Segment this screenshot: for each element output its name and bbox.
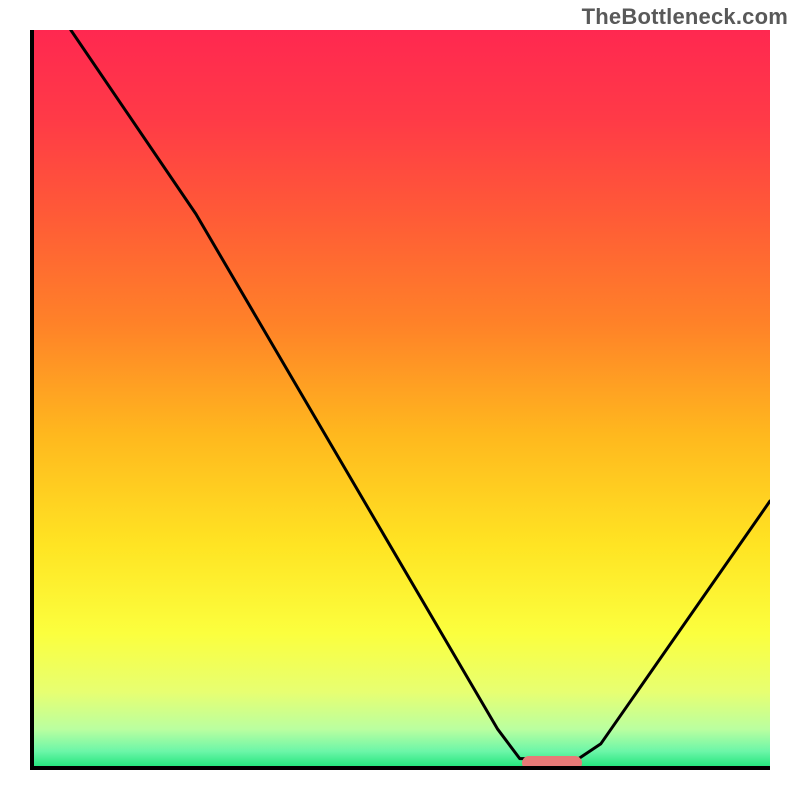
watermark-text: TheBottleneck.com	[582, 4, 788, 30]
optimal-range-marker	[522, 756, 581, 770]
bottleneck-curve	[34, 30, 770, 766]
plot-area	[30, 30, 770, 770]
